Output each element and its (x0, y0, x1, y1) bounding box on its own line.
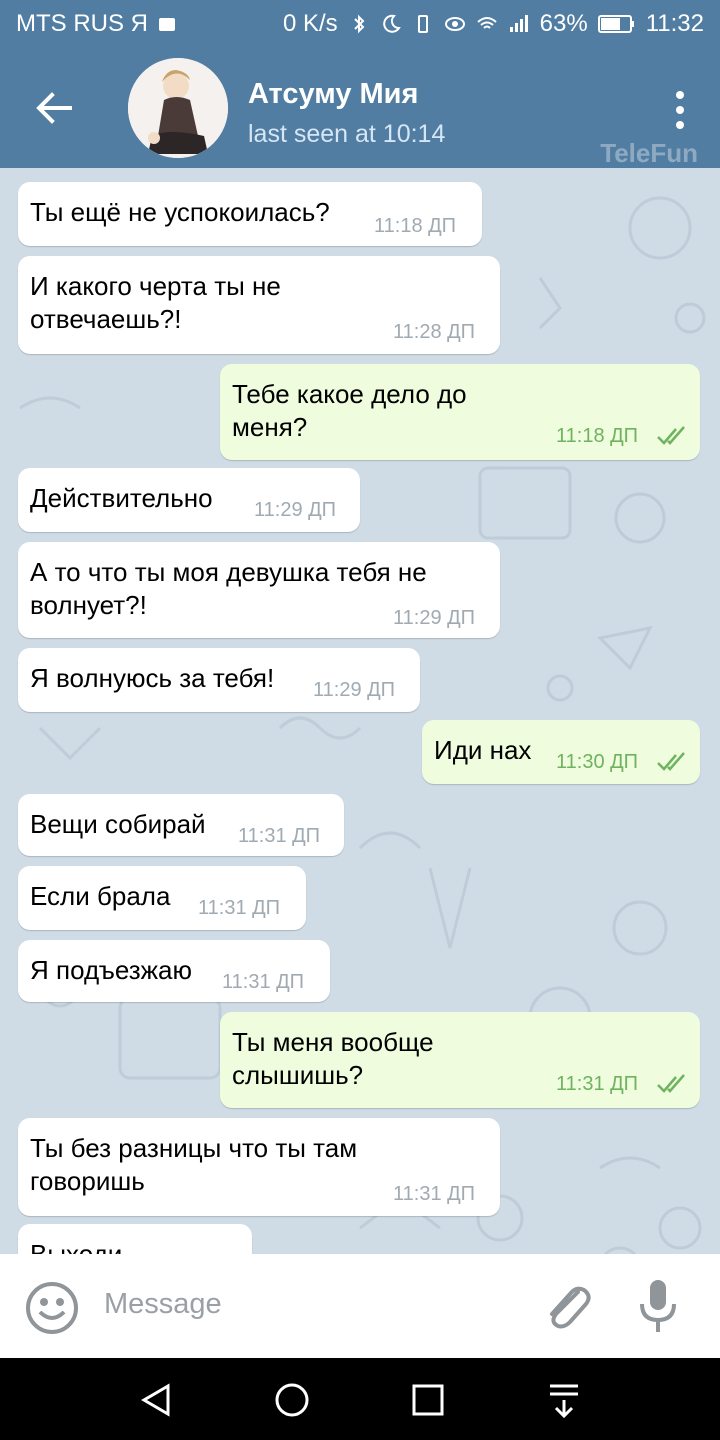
clock-label: 11:32 (645, 10, 704, 37)
status-bar: MTS RUS Я 0 K/s 63% 11:32 (0, 0, 720, 48)
watermark: TeleFun (600, 138, 698, 168)
message-text: Тебе какое дело до меня? (232, 379, 467, 442)
message-text: Выходи (30, 1239, 123, 1254)
message-text: Ты без разницы что ты там говоришь (30, 1133, 358, 1196)
message-text: Если брала (30, 881, 171, 911)
message-time: 11:29 ДП (254, 499, 337, 521)
incoming-message[interactable]: Действительно 11:29 ДП (18, 468, 360, 532)
read-checkmarks-icon (656, 422, 690, 445)
outgoing-message[interactable]: Ты меня вообще слышишь? 11:31 ДП (220, 1012, 700, 1108)
message-text: И какого черта ты не отвечаешь?! (30, 271, 281, 334)
incoming-message[interactable]: Я волнуюсь за тебя! 11:29 ДП (18, 648, 420, 712)
contact-avatar[interactable] (128, 58, 228, 158)
incoming-message[interactable]: Если брала 11:31 ДП (18, 866, 306, 930)
message-text: Действительно (30, 483, 213, 513)
incoming-message[interactable]: Ты без разницы что ты там говоришь 11:31 … (18, 1118, 500, 1216)
message-text: Иди нах (434, 735, 532, 765)
wifi-icon (476, 13, 498, 35)
incoming-message[interactable]: Ты ещё не успокоилась? 11:18 ДП (18, 182, 482, 246)
message-time: 11:31 ДП (238, 825, 321, 847)
message-time: 11:29 ДП (393, 607, 476, 629)
mic-icon[interactable] (634, 1278, 682, 1336)
incoming-message[interactable]: А то что ты моя девушка тебя не волнует?… (18, 542, 500, 638)
battery-label: 63% (539, 10, 588, 37)
bluetooth-icon (348, 13, 370, 35)
eye-icon (444, 13, 466, 35)
contact-name[interactable]: Атсуму Мия (248, 78, 418, 111)
last-seen-status: last seen at 10:14 (248, 120, 446, 148)
nav-recents-icon[interactable] (406, 1378, 450, 1422)
message-time: 11:31 ДП (198, 897, 281, 919)
message-text: Я подъезжаю (30, 955, 192, 985)
message-list[interactable]: Ты ещё не успокоилась? 11:18 ДП И какого ч… (0, 168, 720, 1254)
incoming-message[interactable]: Выходи11:31 ДП (18, 1224, 252, 1254)
message-time: 11:31 ДП (556, 1073, 639, 1095)
sim-card-icon (156, 13, 178, 35)
message-input[interactable]: Message (104, 1288, 222, 1321)
nav-notifications-icon[interactable] (542, 1378, 586, 1422)
outgoing-message[interactable]: Тебе какое дело до меня? 11:18 ДП (220, 364, 700, 460)
message-time: 11:29 ДП (313, 679, 396, 701)
chat-header: Атсуму Мия last seen at 10:14 TeleFun (0, 48, 720, 168)
message-time: 11:28 ДП (393, 321, 476, 343)
message-time: 11:18 ДП (556, 425, 639, 447)
incoming-message[interactable]: Вещи собирай 11:31 ДП (18, 794, 344, 856)
attach-icon[interactable] (538, 1278, 594, 1334)
message-text: Ты ещё не успокоилась? (30, 197, 330, 227)
message-time: 11:31 ДП (222, 971, 305, 993)
system-navigation-bar (0, 1358, 720, 1440)
message-time: 11:18 ДП (374, 215, 457, 237)
net-speed-label: 0 K/s (282, 10, 338, 37)
message-time: 11:31 ДП (393, 1183, 476, 1205)
back-arrow-icon[interactable] (30, 84, 78, 132)
read-checkmarks-icon (656, 1070, 690, 1093)
vibrate-icon (412, 13, 434, 35)
incoming-message[interactable]: Я подъезжаю 11:31 ДП (18, 940, 330, 1002)
incoming-message[interactable]: И какого черта ты не отвечаешь?! 11:28 ДП (18, 256, 500, 354)
carrier-label: MTS RUS Я (16, 10, 148, 37)
battery-icon (597, 13, 636, 35)
message-time: 11:30 ДП (556, 751, 639, 773)
message-text: А то что ты моя девушка тебя не волнует?… (30, 557, 427, 620)
nav-home-icon[interactable] (270, 1378, 314, 1422)
signal-icon (508, 13, 530, 35)
message-text: Вещи собирай (30, 809, 206, 839)
emoji-icon[interactable] (24, 1280, 80, 1336)
nav-back-icon[interactable] (136, 1378, 180, 1422)
message-text: Ты меня вообще слышишь? (232, 1027, 434, 1090)
read-checkmarks-icon (656, 748, 690, 771)
message-text: Я волнуюсь за тебя! (30, 663, 275, 693)
outgoing-message[interactable]: Иди нах 11:30 ДП (422, 720, 700, 784)
more-vertical-icon[interactable] (672, 88, 688, 132)
message-input-bar: Message (0, 1254, 720, 1358)
do-not-disturb-icon (380, 13, 402, 35)
